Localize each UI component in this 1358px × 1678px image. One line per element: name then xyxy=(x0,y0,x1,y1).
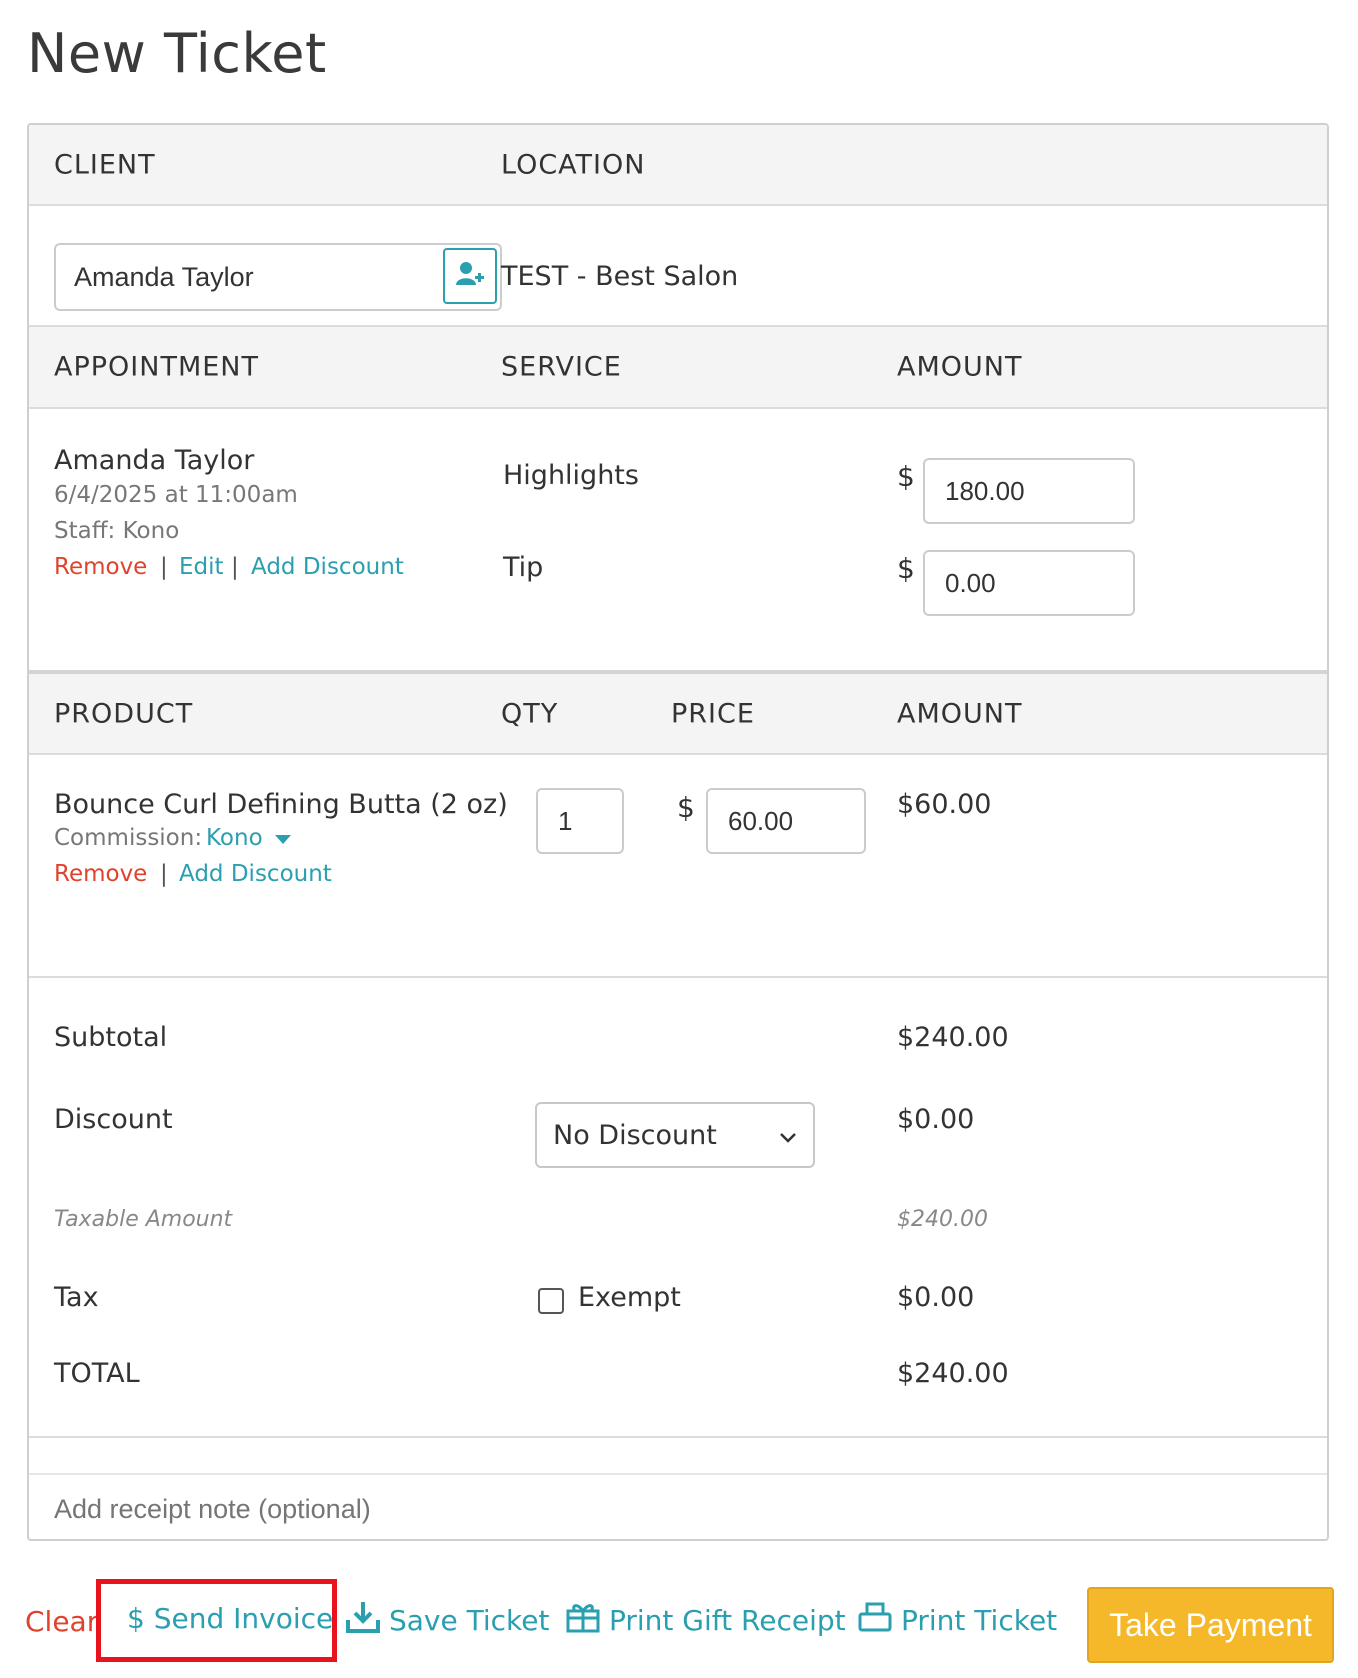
add-person-icon xyxy=(455,261,485,291)
print-gift-receipt-label: Print Gift Receipt xyxy=(609,1604,846,1637)
send-invoice-button[interactable]: $ Send Invoice xyxy=(127,1602,333,1635)
service-name: Highlights xyxy=(503,460,639,491)
appointment-add-discount-link[interactable]: Add Discount xyxy=(251,554,404,580)
tip-label: Tip xyxy=(503,552,544,583)
product-amount: $60.00 xyxy=(897,789,992,820)
appointment-datetime: 6/4/2025 at 11:00am xyxy=(54,482,298,508)
location-column-header: LOCATION xyxy=(501,149,646,180)
amount-column-header: AMOUNT xyxy=(897,698,1023,729)
chevron-down-icon xyxy=(777,1124,799,1146)
discount-select-value: No Discount xyxy=(553,1119,717,1151)
exempt-label: Exempt xyxy=(578,1282,681,1313)
page-title: New Ticket xyxy=(27,22,327,85)
separator: | xyxy=(160,554,168,580)
qty-column-header: QTY xyxy=(501,698,559,729)
qty-input[interactable] xyxy=(536,788,624,854)
appointment-client-name: Amanda Taylor xyxy=(54,445,255,476)
product-column-header: PRODUCT xyxy=(54,698,194,729)
appointment-column-header: APPOINTMENT xyxy=(54,351,259,383)
appointment-staff: Staff: Kono xyxy=(54,518,180,544)
taxable-amount-label: Taxable Amount xyxy=(54,1207,233,1232)
add-client-button[interactable] xyxy=(443,248,497,304)
total-value: $240.00 xyxy=(897,1358,1009,1389)
service-amount-input[interactable] xyxy=(923,458,1135,524)
product-remove-link[interactable]: Remove xyxy=(54,861,147,887)
divider xyxy=(29,976,1327,978)
commission-staff-dropdown[interactable]: Kono xyxy=(206,825,291,851)
commission-label: Commission: xyxy=(54,825,203,851)
tip-amount-input[interactable] xyxy=(923,550,1135,616)
product-header-row: PRODUCT QTY PRICE AMOUNT xyxy=(29,670,1327,755)
print-ticket-label: Print Ticket xyxy=(901,1604,1058,1637)
currency-symbol: $ xyxy=(897,460,915,493)
printer-icon xyxy=(857,1600,893,1641)
tax-exempt-checkbox[interactable] xyxy=(538,1288,564,1314)
client-input[interactable] xyxy=(54,243,502,311)
take-payment-button[interactable]: Take Payment xyxy=(1087,1587,1334,1663)
discount-label: Discount xyxy=(54,1104,173,1135)
print-gift-receipt-button[interactable]: Print Gift Receipt xyxy=(565,1600,846,1641)
amount-column-header: AMOUNT xyxy=(897,351,1023,383)
subtotal-label: Subtotal xyxy=(54,1022,168,1053)
service-column-header: SERVICE xyxy=(501,351,622,383)
product-add-discount-link[interactable]: Add Discount xyxy=(179,861,332,887)
ticket-card: CLIENT LOCATION TEST - Best Salon APPOIN… xyxy=(27,123,1329,1541)
clear-button[interactable]: Clear xyxy=(25,1605,98,1638)
appointment-remove-link[interactable]: Remove xyxy=(54,554,147,580)
client-column-header: CLIENT xyxy=(54,149,156,180)
commission-value: Kono xyxy=(206,825,263,851)
appointment-header-row: APPOINTMENT SERVICE AMOUNT xyxy=(29,325,1327,409)
appointment-edit-link[interactable]: Edit xyxy=(179,554,224,580)
price-input[interactable] xyxy=(706,788,866,854)
download-icon xyxy=(345,1600,381,1641)
client-header-row: CLIENT LOCATION xyxy=(29,125,1327,206)
discount-value: $0.00 xyxy=(897,1104,975,1135)
discount-select[interactable]: No Discount xyxy=(535,1102,815,1168)
save-ticket-button[interactable]: Save Ticket xyxy=(345,1600,549,1641)
product-name: Bounce Curl Defining Butta (2 oz) xyxy=(54,789,508,820)
tax-label: Tax xyxy=(54,1282,99,1313)
save-ticket-label: Save Ticket xyxy=(389,1604,550,1637)
tax-value: $0.00 xyxy=(897,1282,975,1313)
divider xyxy=(29,1436,1327,1438)
location-value: TEST - Best Salon xyxy=(501,261,739,292)
gift-icon xyxy=(565,1600,601,1641)
receipt-note-input[interactable] xyxy=(29,1473,1327,1539)
subtotal-value: $240.00 xyxy=(897,1022,1009,1053)
taxable-amount-value: $240.00 xyxy=(897,1207,988,1232)
total-label: TOTAL xyxy=(54,1358,140,1389)
currency-symbol: $ xyxy=(677,791,695,824)
price-column-header: PRICE xyxy=(671,698,755,729)
separator: | xyxy=(231,554,239,580)
caret-down-icon xyxy=(274,825,291,851)
currency-symbol: $ xyxy=(897,552,915,585)
separator: | xyxy=(160,861,168,887)
print-ticket-button[interactable]: Print Ticket xyxy=(857,1600,1057,1641)
